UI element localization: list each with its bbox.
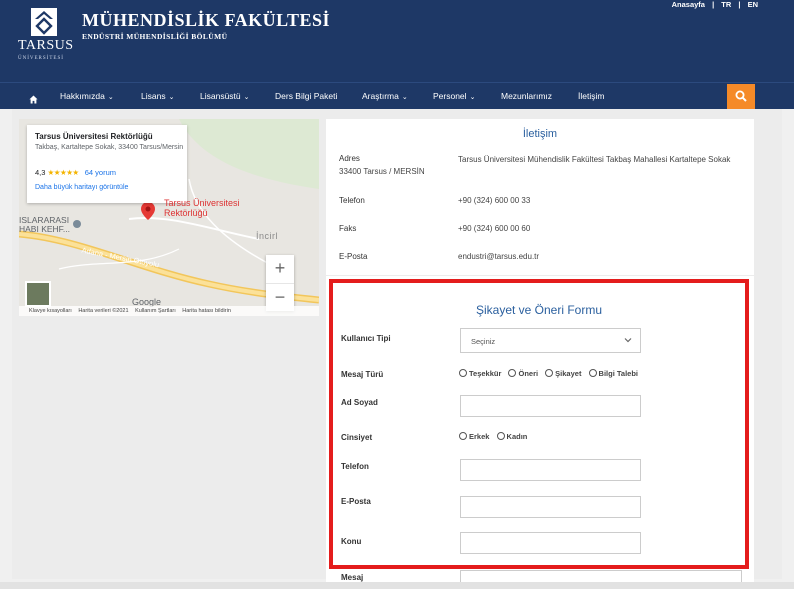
chevron-down-icon: ⌄ bbox=[469, 94, 476, 101]
subject-label: Konu bbox=[341, 537, 362, 546]
map-town-label: İncirl bbox=[256, 231, 279, 241]
radio-kadin[interactable]: Kadın bbox=[496, 432, 527, 441]
phone-label: Telefon bbox=[339, 196, 365, 205]
place-rating: 4,3 ★★★★★ 64 yorum bbox=[35, 168, 117, 177]
radio-erkek[interactable]: Erkek bbox=[459, 432, 489, 441]
chevron-down-icon: ⌄ bbox=[243, 94, 250, 101]
zoom-in-button[interactable]: + bbox=[266, 255, 294, 281]
chevron-down-icon bbox=[624, 338, 632, 343]
address-value: Tarsus Üniversitesi Mühendislik Fakültes… bbox=[339, 155, 731, 176]
radio-circle-icon bbox=[508, 369, 517, 377]
nav-item-ders-bilgi-paketi[interactable]: Ders Bilgi Paketi bbox=[275, 91, 337, 101]
satellite-toggle[interactable] bbox=[25, 281, 51, 307]
email-input[interactable] bbox=[460, 496, 641, 518]
message-label: Mesaj bbox=[341, 573, 364, 582]
search-icon bbox=[735, 90, 747, 102]
email-field-label: E-Posta bbox=[341, 497, 371, 506]
user-type-selected: Seçiniz bbox=[471, 337, 496, 346]
radio-tesekkur[interactable]: Teşekkür bbox=[459, 369, 501, 378]
radio-circle-icon bbox=[496, 432, 505, 440]
message-type-label: Mesaj Türü bbox=[341, 370, 384, 379]
place-title: Tarsus Üniversitesi Rektörlüğü bbox=[35, 132, 153, 141]
radio-circle-icon bbox=[588, 369, 597, 377]
chevron-down-icon: ⌄ bbox=[107, 94, 114, 101]
chevron-down-icon: ⌄ bbox=[401, 94, 408, 101]
top-links-separator: | bbox=[712, 0, 715, 9]
contact-panel: İletişim Adres Tarsus Üniversitesi Mühen… bbox=[326, 119, 754, 275]
email-label: E-Posta bbox=[339, 252, 368, 261]
email-value[interactable]: endustri@tarsus.edu.tr bbox=[458, 252, 539, 261]
logo-emblem-icon bbox=[31, 8, 57, 36]
nav-item-iletisim[interactable]: İletişim bbox=[578, 91, 604, 101]
map-pin-icon[interactable] bbox=[141, 202, 155, 220]
gender-label: Cinsiyet bbox=[341, 433, 373, 442]
logo-text: TARSUS bbox=[18, 38, 74, 53]
university-logo[interactable]: TARSUS ÜNİVERSİTESİ bbox=[18, 8, 74, 70]
nav-item-hakkimizda[interactable]: Hakkımızda ⌄ bbox=[60, 91, 114, 101]
site-header: TARSUS ÜNİVERSİTESİ MÜHENDİSLİK FAKÜLTES… bbox=[0, 0, 794, 82]
rating-stars-icon: ★★★★★ bbox=[47, 168, 80, 177]
search-button[interactable] bbox=[727, 84, 755, 109]
nav-item-lisans[interactable]: Lisans ⌄ bbox=[141, 91, 174, 101]
subject-input[interactable] bbox=[460, 532, 641, 554]
name-input[interactable] bbox=[460, 395, 641, 417]
nav-item-arastirma[interactable]: Araştırma ⌄ bbox=[362, 91, 408, 101]
map-place-card: Tarsus Üniversitesi Rektörlüğü Takbaş, K… bbox=[27, 125, 187, 203]
place-address: Takbaş, Kartaltepe Sokak, 33400 Tarsus/M… bbox=[35, 144, 184, 151]
report-error-link[interactable]: Harita hatası bildirin bbox=[182, 308, 231, 314]
fax-value: +90 (324) 600 00 60 bbox=[458, 224, 531, 233]
fax-label: Faks bbox=[339, 224, 357, 233]
faculty-title: MÜHENDİSLİK FAKÜLTESİ bbox=[82, 10, 331, 30]
name-label: Ad Soyad bbox=[341, 398, 378, 407]
main-nav: Hakkımızda ⌄ Lisans ⌄ Lisansüstü ⌄ Ders Bil… bbox=[0, 82, 794, 109]
user-type-select[interactable]: Seçiniz bbox=[460, 328, 641, 353]
nav-item-personel[interactable]: Personel ⌄ bbox=[433, 91, 475, 101]
radio-circle-icon bbox=[459, 369, 467, 377]
logo-subtext: ÜNİVERSİTESİ bbox=[18, 56, 64, 61]
top-links: Anasayfa | TR | EN bbox=[667, 0, 758, 9]
radio-circle-icon bbox=[459, 432, 467, 440]
radio-circle-icon bbox=[545, 369, 554, 377]
phone-input[interactable] bbox=[460, 459, 641, 481]
top-links-separator: | bbox=[738, 0, 741, 9]
map-footer: Klavye kısayolları Harita verileri ©2021… bbox=[19, 306, 319, 316]
keyboard-shortcuts-link[interactable]: Klavye kısayolları bbox=[29, 308, 72, 314]
terms-link[interactable]: Kullanım Şartları bbox=[135, 308, 176, 314]
nav-item-mezunlarimiz[interactable]: Mezunlarımız bbox=[501, 91, 552, 101]
page-bottom-edge bbox=[0, 582, 794, 589]
message-type-radio-group: Teşekkür Öneri Şikayet Bilgi Talebi bbox=[459, 369, 643, 378]
form-title: Şikayet ve Öneri Formu bbox=[475, 303, 603, 317]
department-title: ENDÜSTRİ MÜHENDİSLİĞİ BÖLÜMÜ bbox=[82, 32, 228, 41]
map-zoom-controls: + − bbox=[266, 255, 294, 311]
bigger-map-link[interactable]: Daha büyük haritayı görüntüle bbox=[35, 184, 128, 191]
map-poi-label: ISLARARASI HABI KEHF... bbox=[19, 215, 71, 234]
nav-item-lisansustu[interactable]: Lisansüstü ⌄ bbox=[200, 91, 250, 101]
phone-field-label: Telefon bbox=[341, 462, 369, 471]
language-tr-link[interactable]: TR bbox=[721, 0, 731, 9]
radio-bilgi-talebi[interactable]: Bilgi Talebi bbox=[588, 369, 638, 378]
radio-oneri[interactable]: Öneri bbox=[508, 369, 538, 378]
user-type-label: Kullanıcı Tipi bbox=[341, 334, 391, 343]
radio-sikayet[interactable]: Şikayet bbox=[545, 369, 581, 378]
contact-title: İletişim bbox=[522, 128, 558, 140]
reviews-link[interactable]: 64 yorum bbox=[85, 168, 116, 177]
map-data-text: Harita verileri ©2021 bbox=[78, 308, 129, 314]
map-pin-label: Tarsus Üniversitesi Rektörlüğü bbox=[164, 198, 240, 218]
form-highlight-frame bbox=[329, 279, 749, 569]
home-link[interactable]: Anasayfa bbox=[672, 0, 705, 9]
home-icon[interactable] bbox=[29, 91, 38, 104]
chevron-down-icon: ⌄ bbox=[168, 94, 175, 101]
phone-value: +90 (324) 600 00 33 bbox=[458, 196, 531, 205]
google-map[interactable]: Tarsus Üniversitesi Rektörlüğü Takbaş, K… bbox=[19, 119, 319, 316]
gender-radio-group: Erkek Kadın bbox=[459, 432, 532, 441]
language-en-link[interactable]: EN bbox=[748, 0, 758, 9]
